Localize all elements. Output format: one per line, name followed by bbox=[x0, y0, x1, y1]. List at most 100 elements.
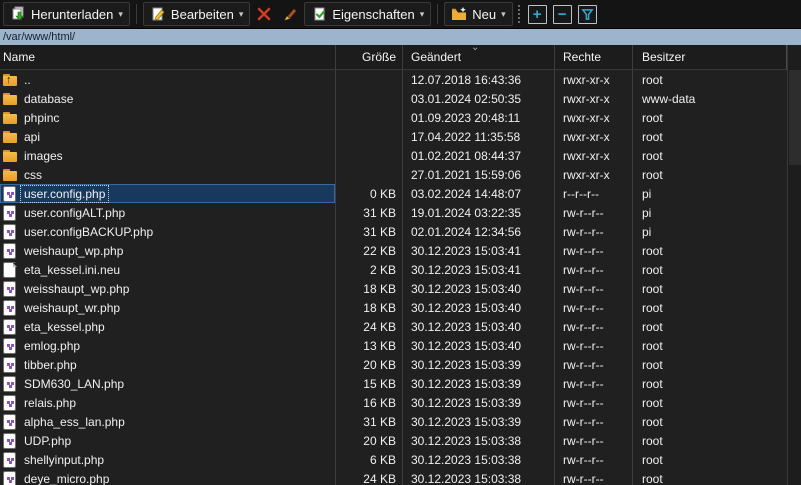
column-header-rights[interactable]: Rechte bbox=[555, 45, 633, 70]
size-cell: 18 KB bbox=[336, 279, 403, 298]
file-name: emlog.php bbox=[22, 339, 82, 353]
rename-button[interactable] bbox=[278, 2, 302, 26]
column-header-size[interactable]: Größe bbox=[336, 45, 403, 70]
table-row[interactable]: eta_kessel.ini.neu 2 KB 30.12.2023 15:03… bbox=[0, 260, 801, 279]
table-row[interactable]: eta_kessel.php 24 KB 30.12.2023 15:03:40… bbox=[0, 317, 801, 336]
new-label: Neu bbox=[472, 7, 496, 22]
delete-button[interactable] bbox=[252, 2, 276, 26]
table-row[interactable]: phpinc 01.09.2023 20:48:11 rwxr-xr-x roo… bbox=[0, 108, 801, 127]
name-cell[interactable]: weisshaupt_wp.php bbox=[0, 279, 336, 298]
table-row[interactable]: images 01.02.2021 08:44:37 rwxr-xr-x roo… bbox=[0, 146, 801, 165]
name-cell[interactable]: shellyinput.php bbox=[0, 450, 336, 469]
table-row[interactable]: user.config.php 0 KB 03.02.2024 14:48:07… bbox=[0, 184, 801, 203]
edit-label: Bearbeiten bbox=[171, 7, 234, 22]
remove-button[interactable]: − bbox=[553, 5, 572, 24]
scrollbar-thumb[interactable] bbox=[789, 70, 801, 165]
download-button[interactable]: Herunterladen bbox=[3, 2, 130, 26]
name-cell[interactable]: .. bbox=[0, 70, 336, 89]
modified-cell: 30.12.2023 15:03:41 bbox=[403, 260, 555, 279]
php-file-icon bbox=[3, 187, 18, 201]
php-file-icon bbox=[3, 225, 18, 239]
name-cell[interactable]: eta_kessel.php bbox=[0, 317, 336, 336]
name-cell[interactable]: deye_micro.php bbox=[0, 469, 336, 485]
table-row[interactable]: UDP.php 20 KB 30.12.2023 15:03:38 rw-r--… bbox=[0, 431, 801, 450]
owner-cell: root bbox=[633, 317, 787, 336]
properties-button[interactable]: Eigenschaften bbox=[304, 2, 431, 26]
table-row[interactable]: shellyinput.php 6 KB 30.12.2023 15:03:38… bbox=[0, 450, 801, 469]
edit-icon bbox=[150, 6, 166, 22]
table-row[interactable]: weishaupt_wr.php 18 KB 30.12.2023 15:03:… bbox=[0, 298, 801, 317]
size-cell: 22 KB bbox=[336, 241, 403, 260]
table-row[interactable]: user.configALT.php 31 KB 19.01.2024 03:2… bbox=[0, 203, 801, 222]
table-row[interactable]: relais.php 16 KB 30.12.2023 15:03:39 rw-… bbox=[0, 393, 801, 412]
name-cell[interactable]: user.configBACKUP.php bbox=[0, 222, 336, 241]
column-label: Name bbox=[3, 50, 35, 64]
file-name: relais.php bbox=[22, 396, 78, 410]
name-cell[interactable]: css bbox=[0, 165, 336, 184]
file-name: user.config.php bbox=[22, 187, 107, 201]
size-cell: 6 KB bbox=[336, 450, 403, 469]
table-row[interactable]: tibber.php 20 KB 30.12.2023 15:03:39 rw-… bbox=[0, 355, 801, 374]
table-row[interactable]: .. 12.07.2018 16:43:36 rwxr-xr-x root bbox=[0, 70, 801, 89]
column-header-owner[interactable]: Besitzer bbox=[633, 45, 787, 70]
name-cell[interactable]: UDP.php bbox=[0, 431, 336, 450]
name-cell[interactable]: alpha_ess_lan.php bbox=[0, 412, 336, 431]
name-cell[interactable]: weishaupt_wr.php bbox=[0, 298, 336, 317]
rights-cell: rwxr-xr-x bbox=[555, 146, 633, 165]
size-cell bbox=[336, 70, 403, 89]
rights-cell: rw-r--r-- bbox=[555, 374, 633, 393]
size-cell: 31 KB bbox=[336, 203, 403, 222]
file-name: api bbox=[22, 130, 42, 144]
filter-button[interactable] bbox=[578, 5, 597, 24]
name-cell[interactable]: user.config.php bbox=[0, 184, 336, 203]
size-cell: 18 KB bbox=[336, 298, 403, 317]
rights-cell: rw-r--r-- bbox=[555, 241, 633, 260]
name-cell[interactable]: database bbox=[0, 89, 336, 108]
name-cell[interactable]: tibber.php bbox=[0, 355, 336, 374]
owner-cell: root bbox=[633, 146, 787, 165]
modified-cell: 30.12.2023 15:03:38 bbox=[403, 431, 555, 450]
name-cell[interactable]: api bbox=[0, 127, 336, 146]
name-cell[interactable]: SDM630_LAN.php bbox=[0, 374, 336, 393]
table-row[interactable]: emlog.php 13 KB 30.12.2023 15:03:40 rw-r… bbox=[0, 336, 801, 355]
name-cell[interactable]: emlog.php bbox=[0, 336, 336, 355]
add-button[interactable]: + bbox=[528, 5, 547, 24]
edit-button[interactable]: Bearbeiten bbox=[143, 2, 250, 26]
php-file-icon bbox=[3, 377, 18, 391]
name-cell[interactable]: images bbox=[0, 146, 336, 165]
modified-cell: 30.12.2023 15:03:39 bbox=[403, 393, 555, 412]
new-button[interactable]: Neu bbox=[444, 2, 512, 26]
column-header-name[interactable]: Name bbox=[0, 45, 336, 70]
path-bar[interactable]: /var/www/html/ bbox=[0, 29, 801, 45]
owner-cell: root bbox=[633, 70, 787, 89]
name-cell[interactable]: relais.php bbox=[0, 393, 336, 412]
name-cell[interactable]: eta_kessel.ini.neu bbox=[0, 260, 336, 279]
table-row[interactable]: user.configBACKUP.php 31 KB 02.01.2024 1… bbox=[0, 222, 801, 241]
table-row[interactable]: deye_micro.php 24 KB 30.12.2023 15:03:38… bbox=[0, 469, 801, 485]
vertical-scrollbar[interactable] bbox=[787, 45, 801, 485]
size-cell bbox=[336, 146, 403, 165]
size-cell: 24 KB bbox=[336, 469, 403, 485]
name-cell[interactable]: weishaupt_wp.php bbox=[0, 241, 336, 260]
table-row[interactable]: api 17.04.2022 11:35:58 rwxr-xr-x root bbox=[0, 127, 801, 146]
file-name: tibber.php bbox=[22, 358, 79, 372]
owner-cell: root bbox=[633, 298, 787, 317]
file-name: css bbox=[22, 168, 44, 182]
file-table: Name Größe Geändert ⌄ Rechte Besitzer ..… bbox=[0, 45, 801, 485]
toolbar-grip[interactable] bbox=[518, 5, 521, 23]
table-row[interactable]: weisshaupt_wp.php 18 KB 30.12.2023 15:03… bbox=[0, 279, 801, 298]
modified-cell: 27.01.2021 15:59:06 bbox=[403, 165, 555, 184]
table-row[interactable]: database 03.01.2024 02:50:35 rwxr-xr-x w… bbox=[0, 89, 801, 108]
table-row[interactable]: SDM630_LAN.php 15 KB 30.12.2023 15:03:39… bbox=[0, 374, 801, 393]
table-row[interactable]: alpha_ess_lan.php 31 KB 30.12.2023 15:03… bbox=[0, 412, 801, 431]
file-list: .. 12.07.2018 16:43:36 rwxr-xr-x root da… bbox=[0, 70, 801, 485]
name-cell[interactable]: phpinc bbox=[0, 108, 336, 127]
table-row[interactable]: css 27.01.2021 15:59:06 rwxr-xr-x root bbox=[0, 165, 801, 184]
file-name: SDM630_LAN.php bbox=[22, 377, 126, 391]
php-file-icon bbox=[3, 282, 18, 296]
column-header-modified[interactable]: Geändert ⌄ bbox=[403, 45, 555, 70]
name-cell[interactable]: user.configALT.php bbox=[0, 203, 336, 222]
rights-cell: rw-r--r-- bbox=[555, 260, 633, 279]
rights-cell: rw-r--r-- bbox=[555, 203, 633, 222]
table-row[interactable]: weishaupt_wp.php 22 KB 30.12.2023 15:03:… bbox=[0, 241, 801, 260]
